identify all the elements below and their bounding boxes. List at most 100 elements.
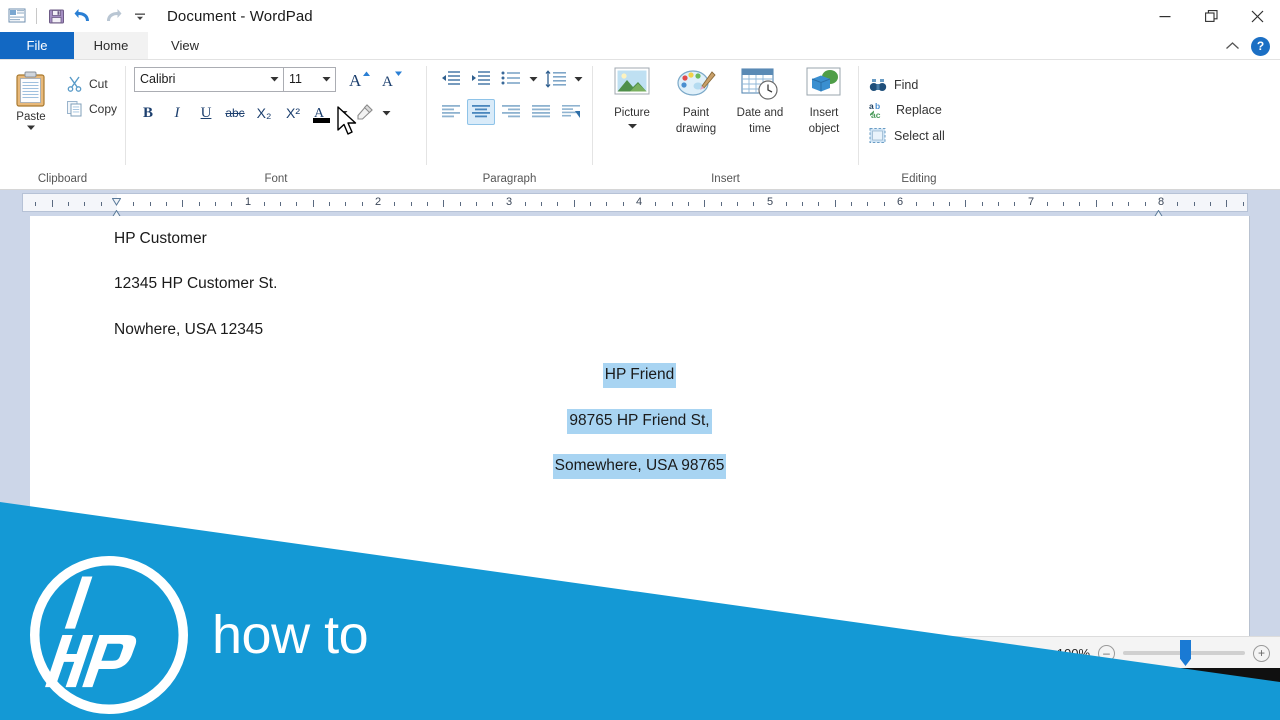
tab-file[interactable]: File [0, 32, 74, 59]
line-spacing-button[interactable] [542, 66, 570, 92]
status-divider-1 [960, 641, 961, 664]
ruler-tick [199, 201, 200, 206]
close-button[interactable] [1234, 0, 1280, 32]
increase-indent-button[interactable] [467, 66, 495, 92]
bullets-dropdown-icon[interactable] [527, 66, 540, 92]
quick-access-toolbar [0, 0, 153, 32]
ruler-tick [1243, 201, 1244, 206]
ruler-tick [182, 200, 183, 207]
align-center-button[interactable] [467, 99, 495, 125]
ruler-tick [1047, 201, 1048, 206]
justify-button[interactable] [527, 99, 555, 125]
insert-datetime-line2: time [749, 123, 771, 135]
zoom-slider-thumb[interactable] [1180, 640, 1191, 666]
font-name-dropdown-icon[interactable] [266, 76, 283, 82]
highlight-color-dropdown-icon[interactable] [380, 100, 393, 126]
ruler-tick [1145, 201, 1146, 206]
underline-button[interactable]: U [192, 100, 220, 126]
ribbon-tabstrip: File Home View ? [0, 32, 1280, 60]
customize-qat-icon[interactable] [127, 3, 153, 29]
document-paragraph[interactable]: Somewhere, USA 98765 [30, 454, 1249, 479]
selected-text: HP Friend [602, 363, 677, 388]
find-button[interactable]: Find [869, 76, 945, 93]
ruler-tick [688, 201, 689, 206]
ruler-tick [737, 201, 738, 206]
document-paragraph[interactable]: Nowhere, USA 12345 [114, 321, 263, 339]
align-left-button[interactable] [437, 99, 465, 125]
document-paragraph[interactable]: 98765 HP Friend St, [30, 409, 1249, 434]
font-size-combobox[interactable]: 11 [284, 66, 336, 92]
insert-date-time-button[interactable]: Date and time [729, 66, 791, 136]
insert-picture-button[interactable]: Picture [601, 66, 663, 129]
right-indent-marker[interactable] [1153, 205, 1164, 218]
document-paragraph[interactable]: HP Customer [114, 230, 207, 248]
subscript-button[interactable]: X₂ [250, 100, 278, 126]
help-icon[interactable]: ? [1251, 36, 1270, 56]
document-paragraph[interactable]: 12345 HP Customer St. [114, 275, 277, 293]
ruler-tick [1063, 201, 1064, 206]
paragraph-group-label: Paragraph [482, 173, 537, 185]
horizontal-ruler[interactable]: 12345678 [22, 193, 1248, 218]
ruler-tick [1112, 201, 1113, 206]
mouse-cursor [337, 106, 359, 138]
redo-icon[interactable] [99, 3, 125, 29]
ruler-tick [541, 201, 542, 206]
text-color-button[interactable]: A [308, 100, 336, 126]
tab-home[interactable]: Home [74, 32, 148, 59]
ruler-number: 6 [896, 196, 904, 208]
zoom-slider[interactable] [1123, 640, 1245, 666]
clipboard-commands: Cut Copy [62, 66, 121, 118]
ruler-tick [1096, 200, 1097, 207]
insert-paint-drawing-button[interactable]: Paint drawing [665, 66, 727, 136]
font-size-dropdown-icon[interactable] [318, 76, 335, 82]
restore-button[interactable] [1188, 0, 1234, 32]
collapse-ribbon-icon[interactable] [1223, 37, 1241, 55]
document-paragraph[interactable]: HP Friend [30, 363, 1249, 388]
insert-object-button[interactable]: Insert object [793, 66, 855, 136]
copy-label: Copy [89, 101, 118, 116]
superscript-button[interactable]: X² [279, 100, 307, 126]
ruler-tick [231, 201, 232, 206]
line-spacing-dropdown-icon[interactable] [572, 66, 585, 92]
cut-button[interactable]: Cut [62, 74, 121, 93]
copy-button[interactable]: Copy [62, 99, 121, 118]
insert-object-icon [806, 67, 841, 96]
zoom-controls: 100% – + [1057, 637, 1276, 669]
app-icon[interactable] [4, 3, 30, 29]
replace-button[interactable]: a b ac Replace [869, 101, 945, 119]
strikethrough-button[interactable]: abc [221, 100, 249, 126]
paragraph-settings-button[interactable] [557, 99, 585, 125]
font-name-combobox[interactable]: Calibri [134, 66, 284, 92]
ruler-tick [329, 201, 330, 206]
left-indent-marker[interactable] [111, 205, 122, 218]
ribbon-group-insert: Picture Paint drawing Date and time Inse… [593, 60, 858, 190]
ribbon-right-controls: ? [1223, 32, 1276, 60]
align-right-button[interactable] [497, 99, 525, 125]
undo-icon[interactable] [71, 3, 97, 29]
zoom-in-button[interactable]: + [1253, 644, 1270, 662]
select-all-label: Select all [894, 128, 945, 143]
ruler-tick [998, 201, 999, 206]
paste-button[interactable]: Paste [0, 66, 62, 131]
save-icon[interactable] [43, 3, 69, 29]
bullets-button[interactable] [497, 66, 525, 92]
ruler-container: 12345678 [0, 190, 1280, 218]
first-line-indent-marker[interactable] [111, 193, 122, 206]
tab-view[interactable]: View [148, 32, 222, 59]
ruler-tick [574, 200, 575, 207]
decrease-indent-button[interactable] [437, 66, 465, 92]
notifications-icon[interactable] [1252, 683, 1274, 705]
ribbon-group-clipboard: Paste Cut Copy Clipboard [0, 60, 125, 190]
select-all-button[interactable]: Select all [869, 127, 945, 144]
bold-button[interactable]: B [134, 100, 162, 126]
zoom-out-button[interactable]: – [1098, 644, 1115, 662]
ruler-tick [1177, 201, 1178, 206]
window-title: Document - WordPad [167, 7, 313, 25]
grow-font-button[interactable]: A [346, 66, 374, 92]
taskbar-clock[interactable]: 2:44 PM [1192, 686, 1240, 702]
shrink-font-button[interactable]: A [378, 66, 406, 92]
italic-button[interactable]: I [163, 100, 191, 126]
qat-divider [36, 8, 37, 24]
ruler-number: 2 [374, 196, 382, 208]
minimize-button[interactable] [1142, 0, 1188, 32]
